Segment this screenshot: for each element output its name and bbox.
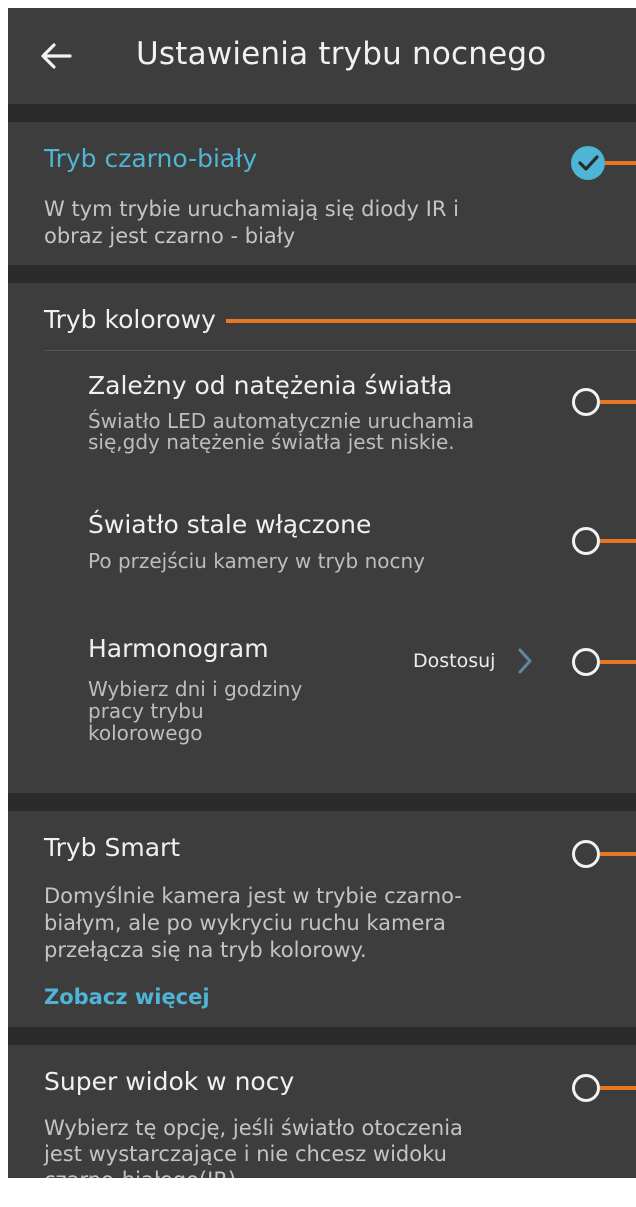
option-smart-title: Tryb Smart [44,833,181,862]
annotation-line [605,161,636,165]
suboption-schedule[interactable]: Harmonogram Wybierz dni i godziny pracy … [8,624,636,754]
suboption-schedule-radio[interactable] [572,648,600,676]
option-super-night-radio[interactable] [572,1074,600,1102]
annotation-line [600,1086,636,1090]
suboption-always-on[interactable]: Światło stale włączone Po przejściu kame… [8,497,636,587]
option-smart-radio[interactable] [572,840,600,868]
suboption-schedule-desc-line-2: pracy trybu [88,699,204,723]
option-black-white-title: Tryb czarno-biały [44,144,258,173]
option-smart-desc-line-1: Domyślnie kamera jest w trybie czarno- [44,884,462,908]
back-button[interactable] [38,38,74,74]
option-black-white-desc-line-1: W tym trybie uruchamiają się diody IR i [44,197,459,221]
suboption-always-on-radio[interactable] [572,527,600,555]
page-title: Ustawienia trybu nocnego [136,36,547,72]
chevron-right-icon[interactable] [517,647,533,675]
night-mode-settings-screen: Ustawienia trybu nocnego Tryb czarno-bia… [8,8,636,1178]
option-smart-desc-line-3: przełącza się na tryb kolorowy. [44,938,367,962]
option-super-night-desc-line-3: czarno-białego(IR), [44,1167,243,1178]
suboption-light-dependent[interactable]: Zależny od natężenia światła Światło LED… [8,358,636,468]
suboption-light-dependent-title: Zależny od natężenia światła [88,371,453,400]
annotation-line [600,660,636,664]
check-icon [578,155,599,171]
option-smart-desc-line-2: białym, ale po wykryciu ruchu kamera [44,911,446,935]
suboption-always-on-desc-line-1: Po przejściu kamery w tryb nocny [88,549,426,573]
app-header: Ustawienia trybu nocnego [8,8,636,104]
option-black-white-desc-line-2: obraz jest czarno - biały [44,224,296,248]
option-black-white[interactable]: Tryb czarno-biały W tym trybie uruchamia… [8,122,636,265]
option-super-night-title: Super widok w nocy [44,1067,295,1096]
annotation-line [226,319,636,323]
option-smart[interactable]: Tryb Smart Domyślnie kamera jest w trybi… [8,811,636,1027]
annotation-line [600,400,636,404]
suboption-light-dependent-radio[interactable] [572,388,600,416]
see-more-link[interactable]: Zobacz więcej [44,985,210,1009]
suboption-schedule-title: Harmonogram [88,634,269,663]
suboption-schedule-desc-line-1: Wybierz dni i godziny [88,677,303,701]
suboption-light-dependent-desc-line-2: się,gdy natężenie światła jest niskie. [88,430,455,454]
annotation-line [600,539,636,543]
option-super-night-desc-line-2: jest wystarczające i nie chcesz widoku [44,1142,447,1166]
arrow-left-icon [41,43,72,69]
annotation-line [600,852,636,856]
divider [44,350,636,351]
option-color-group: Tryb kolorowy Zależny od natężenia świat… [8,283,636,793]
customize-button[interactable]: Dostosuj [413,650,495,672]
option-super-night-desc-line-1: Wybierz tę opcję, jeśli światło otoczeni… [44,1116,463,1140]
suboption-always-on-title: Światło stale włączone [88,510,372,539]
option-color-title: Tryb kolorowy [44,305,216,334]
option-black-white-radio[interactable] [571,146,605,180]
option-super-night[interactable]: Super widok w nocy Wybierz tę opcję, jeś… [8,1045,636,1178]
suboption-schedule-desc-line-3: kolorowego [88,721,203,745]
